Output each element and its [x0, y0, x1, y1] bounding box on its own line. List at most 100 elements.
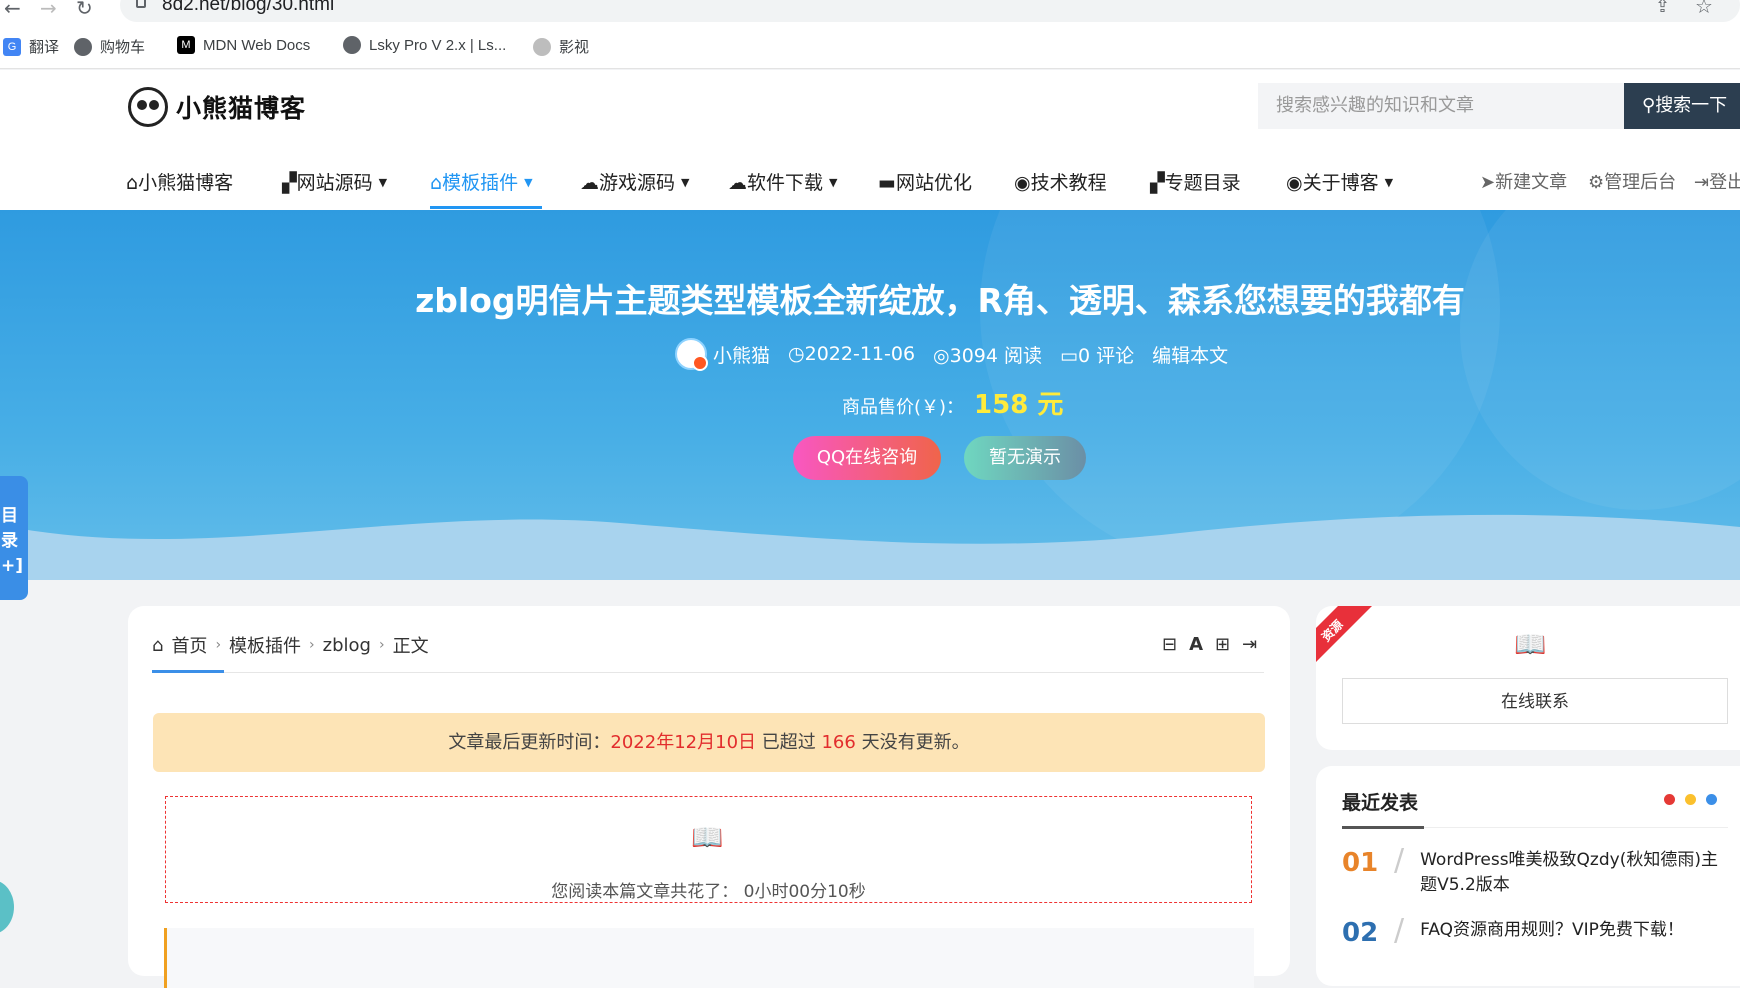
recent-posts-widget: 最近发表 01 / WordPress唯美极致Qzdy(秋知德雨)主题V5.2版… [1316, 766, 1740, 986]
chevron-right-icon: › [378, 637, 385, 653]
post-title[interactable]: WordPress唯美极致Qzdy(秋知德雨)主题V5.2版本 [1420, 848, 1732, 898]
breadcrumb-subcategory[interactable]: zblog [323, 635, 371, 656]
avatar [675, 338, 708, 371]
reading-time-text: 您阅读本篇文章共花了： 0小时00分10秒 [551, 882, 866, 902]
breadcrumb-current: 正文 [392, 636, 429, 657]
menu-item-game-source[interactable]: ☁游戏源码 ▼ [580, 168, 689, 195]
search-button[interactable]: ⚲搜索一下 [1624, 83, 1740, 129]
side-float-button[interactable] [0, 880, 14, 934]
bookmark-label: 翻译 [29, 39, 60, 56]
home-icon: ⌂ [152, 634, 164, 656]
search-input[interactable]: 搜索感兴趣的知识和文章 [1258, 83, 1626, 129]
widget-dots [1664, 794, 1717, 805]
contact-widget: 资源 📖 在线联系 [1316, 606, 1740, 750]
breadcrumb-home[interactable]: 首页 [171, 632, 207, 658]
menu-item-about[interactable]: ◉关于博客 ▼ [1286, 168, 1393, 195]
gear-icon: ⚙ [1588, 172, 1605, 193]
translate-icon: G [3, 37, 21, 56]
qq-consult-button[interactable]: QQ在线咨询 [793, 436, 941, 480]
menu-label: 游戏源码 [599, 172, 676, 194]
font-smaller-icon[interactable]: ⊟ [1162, 634, 1177, 655]
article-hero: zblog明信片主题类型模板全新绽放，R角、透明、森系您想要的我都有 小熊猫 ◷… [0, 210, 1740, 580]
post-title[interactable]: FAQ资源商用规则？VIP免费下载！ [1420, 918, 1684, 943]
bookmark-label: Lsky Pro V 2.x | Ls... [369, 36, 507, 54]
notice-days: 166 [821, 732, 856, 753]
comment-count[interactable]: ▭0 评论 [1060, 341, 1134, 368]
menu-item-topics[interactable]: ▞专题目录 [1150, 168, 1241, 195]
hero-wave [0, 514, 1740, 580]
bookmark-label: 购物车 [100, 39, 146, 56]
menu-right-label: 新建文章 [1495, 172, 1568, 193]
coffee-icon: ▬ [878, 172, 896, 194]
online-contact-button[interactable]: 在线联系 [1342, 678, 1728, 724]
yellow-dot [1685, 794, 1696, 805]
menu-item-tutorials[interactable]: ◉技术教程 [1014, 168, 1107, 195]
demo-button[interactable]: 暂无演示 [964, 436, 1086, 480]
caret-down-icon: ▼ [1384, 176, 1394, 189]
recent-post-item[interactable]: 01 / WordPress唯美极致Qzdy(秋知德雨)主题V5.2版本 [1342, 846, 1732, 898]
forward-icon[interactable]: → [40, 0, 57, 20]
views-text: 3094 阅读 [949, 344, 1043, 367]
search-button-label: 搜索一下 [1655, 95, 1728, 116]
menu-item-software[interactable]: ☁软件下载 ▼ [728, 168, 837, 195]
font-reset-icon[interactable]: A [1189, 634, 1203, 655]
font-larger-icon[interactable]: ⊞ [1215, 634, 1230, 655]
share-icon[interactable]: ⇪ [1655, 0, 1670, 17]
menu-item-site-source[interactable]: ▞网站源码 ▼ [282, 168, 387, 195]
globe-icon: ◉ [1014, 172, 1031, 194]
article-meta: 小熊猫 ◷2022-11-06 ◎3094 阅读 ▭0 评论 编辑本文 [675, 338, 1228, 371]
home-icon: ⌂ [430, 172, 443, 194]
menu-item-home[interactable]: ⌂小熊猫博客 [126, 168, 233, 195]
admin-link[interactable]: ⚙管理后台 [1588, 168, 1676, 194]
new-post-link[interactable]: ➤新建文章 [1480, 168, 1567, 194]
menu-item-templates[interactable]: ⌂模板插件 ▼ [430, 168, 533, 195]
bookmark-star-icon[interactable]: ☆ [1695, 0, 1713, 18]
price-label: 商品售价(￥)： [842, 397, 965, 418]
menu-item-seo[interactable]: ▬网站优化 [878, 168, 972, 195]
view-count: ◎3094 阅读 [933, 341, 1042, 368]
menu-label: 模板插件 [442, 172, 519, 194]
search-icon: ⚲ [1642, 95, 1656, 116]
site-logo[interactable]: 小熊猫博客 [128, 84, 328, 130]
clock-icon: ◷ [788, 343, 805, 365]
bookmark-translate[interactable]: G 翻译 [3, 36, 59, 57]
bookmarks-bar: G 翻译 购物车 M MDN Web Docs Lsky Pro V 2.x |… [0, 34, 1740, 60]
recent-post-item[interactable]: 02 / FAQ资源商用规则？VIP免费下载！ [1342, 916, 1732, 949]
bookmark-mdn[interactable]: M MDN Web Docs [177, 36, 310, 54]
menu-right-label: 登出 [1709, 172, 1740, 193]
cloud-icon: ☁ [728, 172, 747, 194]
back-icon[interactable]: ← [4, 0, 21, 20]
comment-icon: ▭ [1060, 344, 1078, 367]
breadcrumb-category[interactable]: 模板插件 [229, 632, 301, 658]
logo-text: 小熊猫博客 [176, 94, 307, 123]
collapse-sidebar-icon[interactable]: ⇥ [1242, 634, 1257, 655]
caret-down-icon: ▼ [524, 176, 533, 189]
bookmark-video[interactable]: 影视 [533, 36, 589, 57]
blue-dot [1706, 794, 1717, 805]
breadcrumb: ⌂ 首页 › 模板插件 › zblog › 正文 [152, 632, 429, 658]
author-name: 小熊猫 [713, 344, 771, 367]
red-dot [1664, 794, 1675, 805]
url-text[interactable]: 8d2.net/blog/30.html [162, 0, 334, 16]
film-icon [533, 37, 551, 56]
author[interactable]: 小熊猫 [675, 338, 771, 371]
breadcrumb-underline [152, 670, 224, 673]
caret-down-icon: ▼ [829, 176, 838, 189]
book-icon: 📖 [1514, 630, 1547, 660]
toc-toggle[interactable]: 目 录 +] [0, 476, 28, 600]
comments-text: 0 评论 [1077, 344, 1135, 367]
windows-icon: ▞ [282, 172, 297, 194]
edit-post-link[interactable]: 编辑本文 [1152, 341, 1228, 368]
menu-label: 关于博客 [1302, 172, 1379, 194]
menu-right-label: 管理后台 [1604, 172, 1677, 193]
bookmark-lsky[interactable]: Lsky Pro V 2.x | Ls... [343, 36, 506, 54]
bookmark-cart[interactable]: 购物车 [74, 36, 145, 57]
address-bar[interactable] [120, 0, 1740, 22]
chevron-right-icon: › [309, 637, 315, 653]
content-quote [164, 928, 1254, 988]
menu-label: 软件下载 [747, 172, 824, 194]
logout-link[interactable]: ⇥登出 [1694, 168, 1740, 194]
book-icon: 📖 [691, 823, 724, 853]
reload-icon[interactable]: ↻ [76, 0, 93, 20]
caret-down-icon: ▼ [681, 176, 690, 189]
